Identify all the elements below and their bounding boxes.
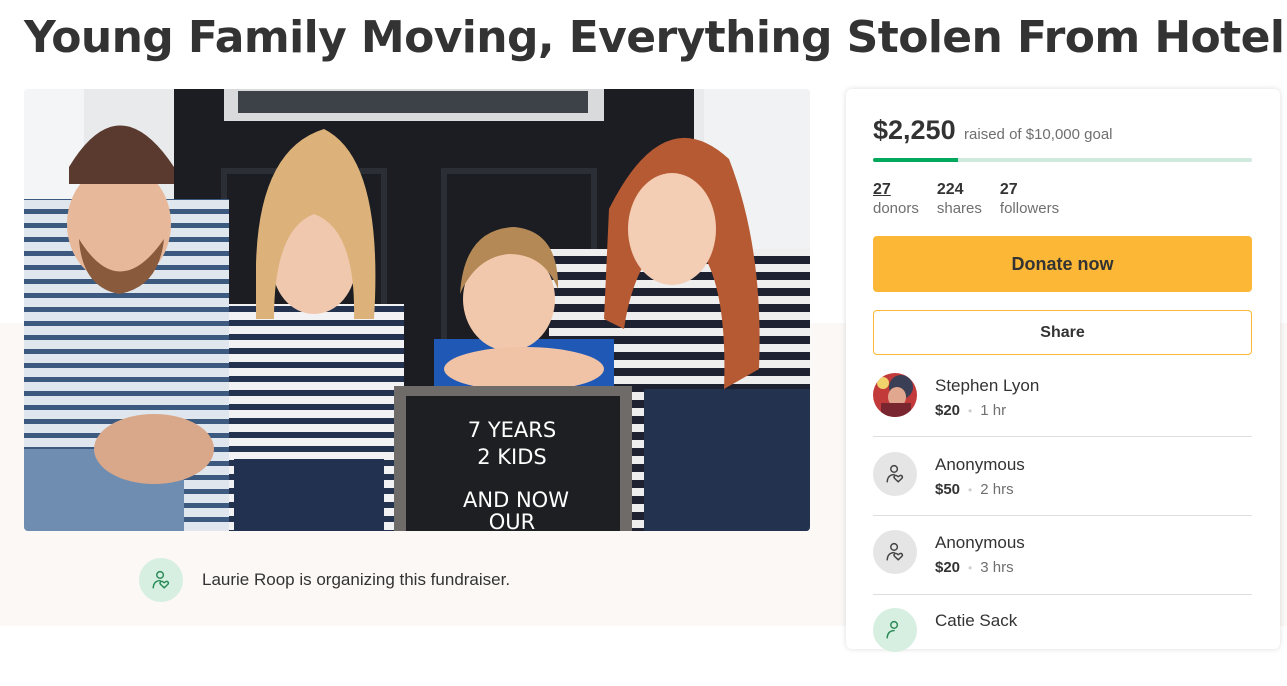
page-title: Young Family Moving, Everything Stolen F…: [24, 12, 1285, 63]
donation-item: Catie Sack: [873, 608, 1252, 686]
divider: [873, 515, 1252, 516]
donation-meta: $20 • 1 hr: [935, 402, 1006, 419]
avatar: [873, 373, 917, 417]
progress-fill: [873, 158, 959, 162]
raised-amount: $2,250: [873, 115, 956, 145]
heart-person-icon: [873, 608, 917, 652]
sign-line: OUR: [489, 510, 536, 531]
raised-summary: $2,250 raised of $10,000 goal: [873, 115, 1113, 146]
divider: [873, 594, 1252, 595]
donor-name: Stephen Lyon: [935, 376, 1040, 395]
donation-amount: $20: [935, 559, 961, 576]
share-button[interactable]: Share: [873, 310, 1252, 355]
organizer-text: Laurie Roop is organizing this fundraise…: [202, 570, 511, 589]
donor-name: Anonymous: [935, 533, 1025, 552]
donor-name: Catie Sack: [935, 611, 1018, 630]
campaign-photo[interactable]: 7 YEARS 2 KIDS AND NOW OUR: [24, 89, 810, 531]
progress-bar: [873, 158, 1252, 162]
heart-person-icon: [873, 452, 917, 496]
separator-dot: •: [968, 483, 973, 497]
donation-time: 2 hrs: [980, 481, 1014, 498]
stat-followers: 27 followers: [1000, 181, 1059, 219]
donation-item: Stephen Lyon $20 • 1 hr: [873, 373, 1252, 451]
donation-meta: $50 • 2 hrs: [935, 481, 1014, 498]
donation-amount: $20: [935, 402, 961, 419]
donation-time: 3 hrs: [980, 559, 1014, 576]
donate-button[interactable]: Donate now: [873, 236, 1252, 292]
organizer-row: Laurie Roop is organizing this fundraise…: [139, 558, 510, 602]
donation-sidebar: $2,250 raised of $10,000 goal 27 donors …: [846, 89, 1280, 652]
stat-label: followers: [999, 200, 1060, 217]
donation-item: Anonymous $20 • 3 hrs: [873, 530, 1252, 608]
stat-label: donors: [873, 200, 919, 217]
donation-time: 1 hr: [980, 402, 1007, 419]
stat-shares: 224 shares: [937, 181, 982, 219]
sign-line: AND NOW: [463, 488, 569, 512]
separator-dot: •: [968, 561, 973, 575]
heart-person-icon: [873, 530, 917, 574]
stat-value: 224: [936, 181, 964, 198]
donor-name: Anonymous: [935, 455, 1025, 474]
sign-line: 2 KIDS: [477, 445, 547, 469]
donation-item: Anonymous $50 • 2 hrs: [873, 452, 1252, 530]
separator-dot: •: [968, 404, 973, 418]
goal-text: raised of $10,000 goal: [964, 126, 1113, 143]
heart-person-icon: [139, 558, 183, 602]
stat-label: shares: [936, 200, 982, 217]
sign-line: 7 YEARS: [468, 418, 556, 442]
stat-value: 27: [999, 181, 1018, 198]
donation-amount: $50: [935, 481, 961, 498]
stat-donors[interactable]: 27 donors: [873, 181, 919, 219]
donation-meta: $20 • 3 hrs: [935, 559, 1014, 576]
divider: [873, 436, 1252, 437]
stat-value[interactable]: 27: [873, 181, 919, 199]
stats-row: 27 donors 224 shares 27 followers: [873, 181, 1077, 219]
